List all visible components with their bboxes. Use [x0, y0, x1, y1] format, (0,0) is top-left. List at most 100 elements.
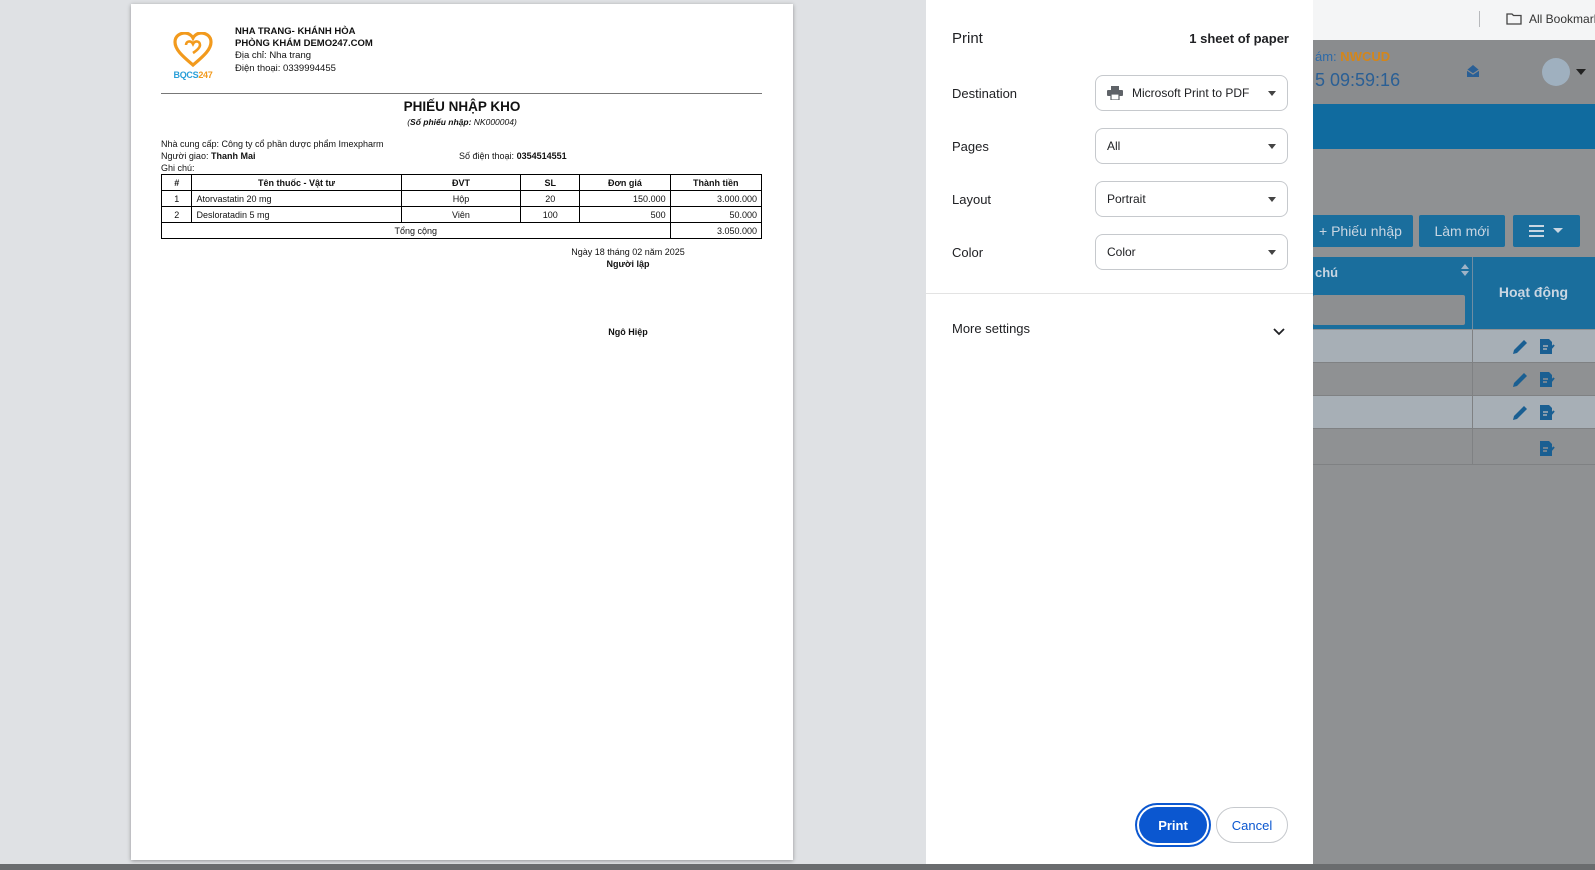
- col-header: #: [160, 174, 193, 191]
- document-title: PHIẾU NHẬP KHO: [403, 99, 521, 114]
- document-edit-icon[interactable]: [1538, 440, 1556, 463]
- date-line: Ngày 18 tháng 02 năm 2025: [571, 247, 685, 257]
- clinic-code-value: NWCUD: [1340, 49, 1391, 64]
- sheet-count: 1 sheet of paper: [1189, 31, 1289, 46]
- background-app: All Bookmark ám: NWCUD 5 09:59:16 + Phiế…: [1313, 0, 1595, 870]
- document-edit-icon[interactable]: [1538, 338, 1556, 361]
- logo-text-b: 247: [198, 70, 213, 80]
- chevron-down-icon: [1268, 144, 1276, 149]
- table-row: 2 Desloratadin 5 mg Viên 100 500 50.000: [160, 206, 763, 223]
- columns-menu-button[interactable]: [1513, 215, 1580, 247]
- supplier-line: Nhà cung cấp: Công ty cổ phần dược phẩm …: [161, 139, 384, 149]
- avatar[interactable]: [1542, 58, 1570, 86]
- item-amount: 50.000: [669, 206, 763, 223]
- window-bottom-edge: [0, 864, 1595, 870]
- color-label: Color: [952, 245, 984, 260]
- item-name: Desloratadin 5 mg: [191, 206, 402, 223]
- clinic-logo: BQCS247: [167, 32, 219, 88]
- total-row: Tổng cộng 3.050.000: [161, 222, 763, 239]
- clinic-line2: PHÒNG KHÁM DEMO247.COM: [235, 38, 373, 50]
- panel-divider: [926, 293, 1313, 294]
- col-header: SL: [520, 174, 581, 191]
- receipt-number-label: Số phiếu nhập:: [410, 117, 472, 127]
- item-qty: 100: [520, 206, 581, 223]
- chevron-down-icon: [1268, 91, 1276, 96]
- receipt-number: (Số phiếu nhập: NK000004): [407, 117, 517, 127]
- print-title: Print: [952, 30, 983, 47]
- document-edit-icon[interactable]: [1538, 371, 1556, 394]
- header-divider: [161, 93, 762, 94]
- edit-icon[interactable]: [1511, 404, 1529, 427]
- deliverer-name: Thanh Mai: [210, 151, 256, 161]
- destination-select[interactable]: Microsoft Print to PDF: [1095, 75, 1288, 111]
- item-unit: Viên: [400, 206, 522, 223]
- table-row: 1 Atorvastatin 20 mg Hộp 20 150.000 3.00…: [160, 190, 763, 207]
- item-name: Atorvastatin 20 mg: [191, 190, 402, 207]
- receipt-number-value: NK000004: [473, 117, 514, 127]
- column-note-label: chú: [1315, 265, 1339, 280]
- print-preview-area: BQCS247 NHA TRANG- KHÁNH HÒA PHÒNG KHÁM …: [0, 0, 926, 870]
- pages-label: Pages: [952, 139, 989, 154]
- destination-value: Microsoft Print to PDF: [1132, 86, 1250, 100]
- color-select[interactable]: Color: [1095, 234, 1288, 270]
- clinic-info: NHA TRANG- KHÁNH HÒA PHÒNG KHÁM DEMO247.…: [235, 26, 373, 75]
- table-header-row: # Tên thuốc - Vật tư ĐVT SL Đơn giá Thàn…: [160, 174, 763, 191]
- nav-band: [1313, 104, 1595, 149]
- more-settings-toggle[interactable]: More settings: [952, 321, 1030, 336]
- list-icon: [1529, 225, 1563, 237]
- item-price: 150.000: [579, 190, 671, 207]
- chevron-down-icon[interactable]: [1576, 69, 1586, 75]
- pages-select[interactable]: All: [1095, 128, 1288, 164]
- total-amount: 3.050.000: [669, 222, 763, 239]
- color-value: Color: [1107, 245, 1136, 259]
- creator-name: Ngô Hiệp: [608, 327, 648, 337]
- item-qty: 20: [520, 190, 581, 207]
- chevron-down-icon: [1268, 250, 1276, 255]
- cancel-button[interactable]: Cancel: [1216, 807, 1288, 843]
- chevron-down-icon[interactable]: [1273, 323, 1285, 341]
- preview-page: BQCS247 NHA TRANG- KHÁNH HÒA PHÒNG KHÁM …: [131, 4, 793, 860]
- item-price: 500: [579, 206, 671, 223]
- phone-label: Số điện thoại:: [459, 151, 515, 161]
- col-header: Đơn giá: [579, 174, 671, 191]
- add-receipt-button[interactable]: + Phiếu nhập: [1313, 215, 1413, 247]
- mail-icon[interactable]: [1466, 64, 1480, 83]
- clinic-phone: Điện thoại: 0339994455: [235, 62, 336, 74]
- clock: 5 09:59:16: [1315, 70, 1401, 90]
- creator-label: Người lập: [606, 259, 650, 269]
- destination-label: Destination: [952, 86, 1018, 101]
- column-actions-label: Hoạt động: [1498, 284, 1569, 300]
- row-number: 1: [160, 190, 193, 207]
- edit-icon[interactable]: [1511, 338, 1529, 361]
- document-edit-icon[interactable]: [1538, 404, 1556, 427]
- edit-icon[interactable]: [1511, 371, 1529, 394]
- folder-icon[interactable]: [1506, 12, 1522, 30]
- layout-value: Portrait: [1107, 192, 1146, 206]
- col-header: Thành tiền: [669, 174, 763, 191]
- col-header: Tên thuốc - Vật tư: [191, 174, 402, 191]
- layout-select[interactable]: Portrait: [1095, 181, 1288, 217]
- print-button[interactable]: Print: [1139, 807, 1207, 843]
- col-header: ĐVT: [400, 174, 522, 191]
- items-table: # Tên thuốc - Vật tư ĐVT SL Đơn giá Thàn…: [160, 174, 763, 239]
- bookmarks-separator: [1479, 11, 1480, 27]
- layout-label: Layout: [952, 192, 992, 207]
- note-line: Ghi chú:: [161, 163, 195, 173]
- chevron-down-icon: [1268, 197, 1276, 202]
- column-filter-input[interactable]: [1313, 295, 1465, 325]
- deliverer-label: Người giao:: [161, 151, 209, 161]
- deliverer-phone-line: Số điện thoại: 0354514551: [459, 151, 567, 161]
- clinic-line1: NHA TRANG- KHÁNH HÒA: [235, 26, 356, 37]
- all-bookmarks-link[interactable]: All Bookmark: [1529, 12, 1595, 26]
- refresh-button[interactable]: Làm mới: [1419, 215, 1505, 247]
- sort-icon[interactable]: [1461, 263, 1469, 282]
- clinic-code: ám: NWCUD: [1315, 49, 1390, 64]
- clinic-address: Địa chỉ: Nha trang: [235, 50, 312, 62]
- row-number: 2: [160, 206, 193, 223]
- item-amount: 3.000.000: [669, 190, 763, 207]
- printer-icon: [1107, 86, 1123, 100]
- print-settings-panel: Print 1 sheet of paper Destination Micro…: [926, 0, 1313, 870]
- deliverer-phone: 0354514551: [516, 151, 567, 161]
- clinic-code-label: ám:: [1315, 49, 1337, 64]
- pages-value: All: [1107, 139, 1121, 153]
